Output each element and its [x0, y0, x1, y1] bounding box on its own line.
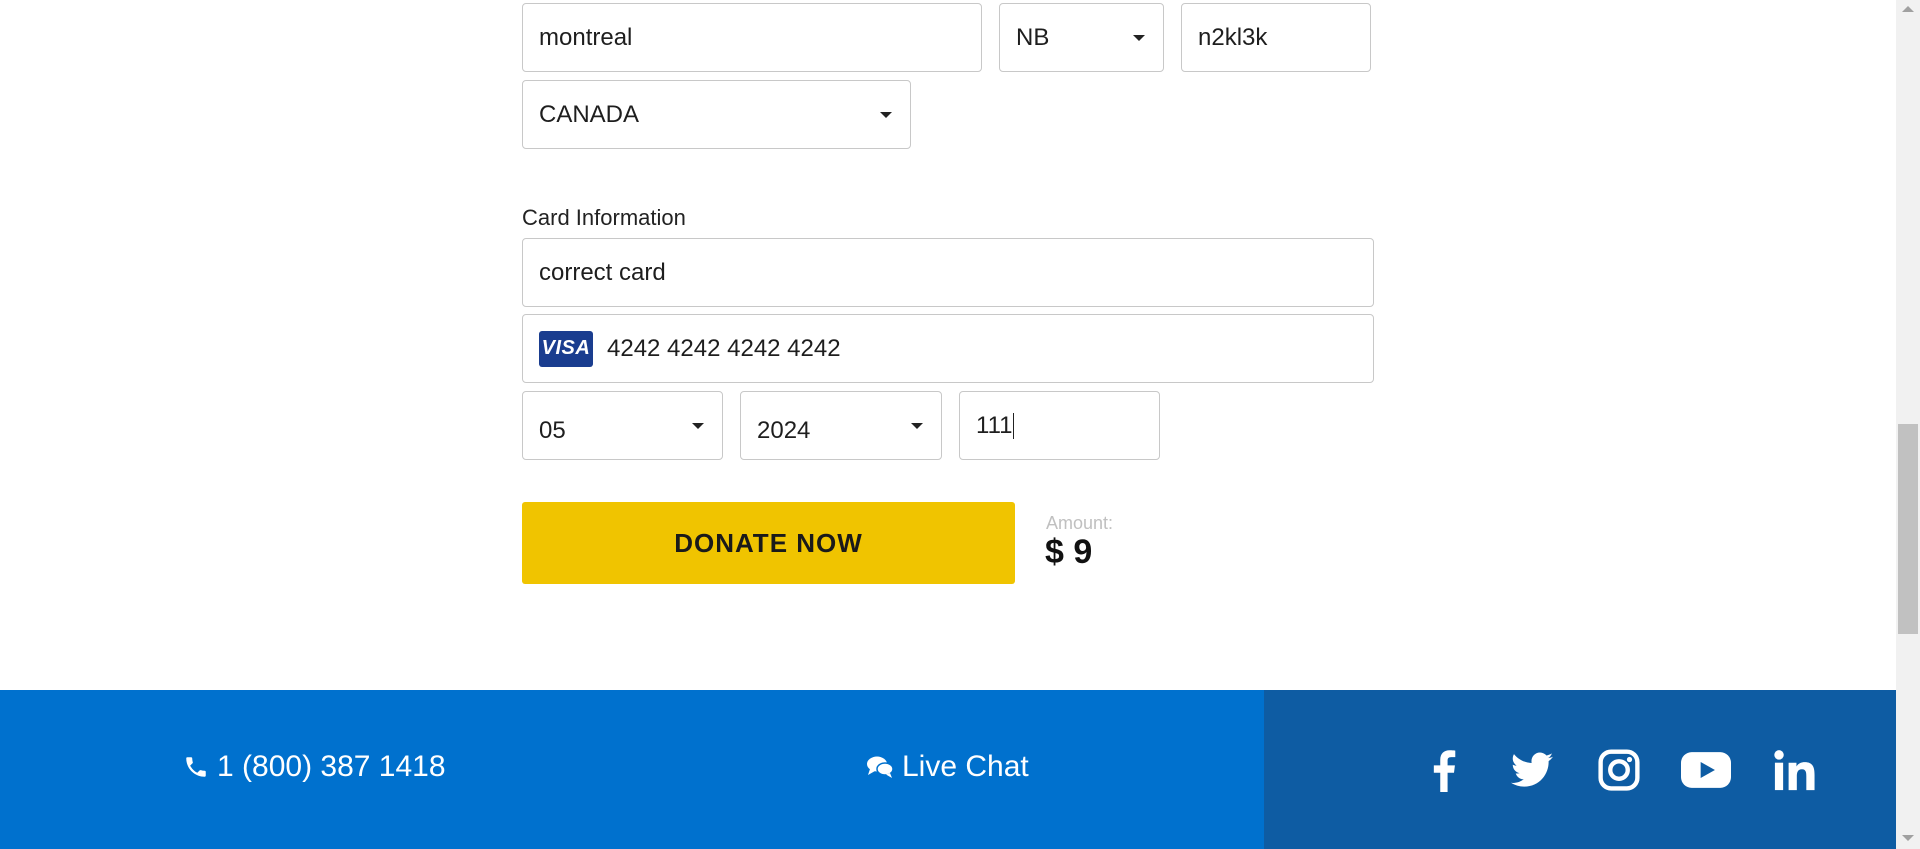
chat-icon [867, 756, 894, 778]
province-value: NB [1016, 23, 1050, 51]
card-information-label: Card Information [522, 205, 686, 230]
phone-link[interactable]: 1 (800) 387 1418 [183, 750, 446, 784]
city-value: montreal [539, 23, 633, 51]
cardholder-name-value: correct card [539, 258, 666, 286]
postal-code-field[interactable]: n2kl3k [1181, 3, 1371, 72]
live-chat-link[interactable]: Live Chat [866, 750, 1029, 784]
scroll-down-arrow-icon[interactable] [1902, 835, 1914, 841]
live-chat-label: Live Chat [902, 750, 1029, 783]
exp-month-value: 05 [539, 416, 566, 444]
chevron-down-icon [1133, 34, 1145, 41]
exp-month-select[interactable]: 05 [522, 391, 723, 460]
card-number-value: 4242 4242 4242 4242 [607, 334, 841, 362]
amount-value: $ 9 [1045, 533, 1093, 571]
amount-label: Amount: [1046, 513, 1114, 533]
cvc-value: 111 [976, 411, 1013, 439]
phone-number: 1 (800) 387 1418 [217, 750, 446, 783]
exp-year-select[interactable]: 2024 [740, 391, 942, 460]
cvc-field[interactable]: 111 [959, 391, 1160, 460]
scrollbar-thumb[interactable] [1898, 424, 1918, 634]
youtube-icon[interactable] [1679, 743, 1733, 797]
scroll-up-arrow-icon[interactable] [1902, 6, 1914, 12]
country-select[interactable]: CANADA [522, 80, 911, 149]
cardholder-name-field[interactable]: correct card [522, 238, 1374, 307]
country-value: CANADA [539, 100, 640, 128]
phone-icon [186, 757, 206, 777]
city-field[interactable]: montreal [522, 3, 982, 72]
chevron-down-icon [911, 422, 923, 429]
postal-code-value: n2kl3k [1198, 23, 1268, 51]
facebook-icon[interactable] [1416, 743, 1470, 797]
instagram-icon[interactable] [1592, 743, 1646, 797]
chevron-down-icon [880, 111, 892, 118]
visa-logo-icon: VISA [539, 330, 593, 367]
chevron-down-icon [692, 422, 704, 429]
province-select[interactable]: NB [999, 3, 1164, 72]
card-number-field[interactable]: VISA 4242 4242 4242 4242 [522, 314, 1374, 383]
text-cursor [1013, 412, 1015, 439]
exp-year-value: 2024 [757, 416, 811, 444]
donation-page: montreal NB n2kl3k CANADA Card Informati… [0, 0, 1920, 849]
donate-now-button[interactable]: DONATE NOW [522, 502, 1015, 584]
linkedin-icon[interactable] [1768, 743, 1822, 797]
twitter-icon[interactable] [1505, 743, 1559, 797]
